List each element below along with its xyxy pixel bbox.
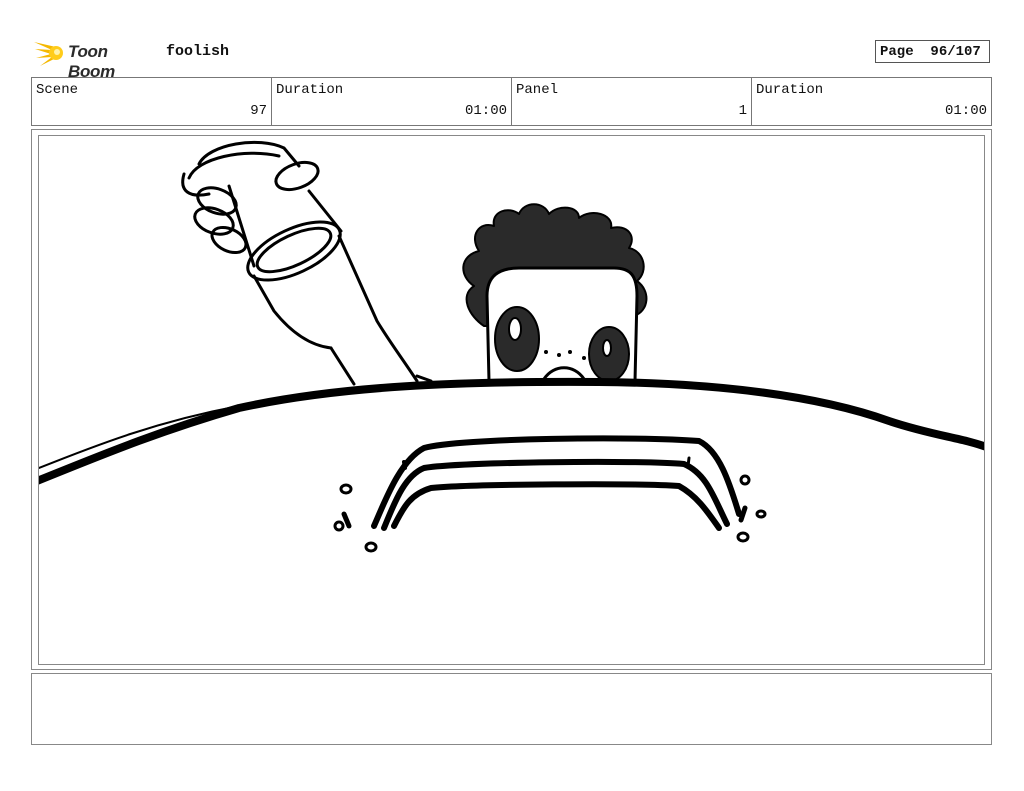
starburst-icon	[34, 42, 63, 66]
page-number: 96/107	[930, 44, 981, 60]
page-label: Page	[880, 44, 914, 60]
scene-duration-value: 01:00	[464, 103, 507, 119]
logo-text: Toon Boom	[68, 42, 115, 81]
scene-value: 97	[250, 103, 267, 119]
panel-image	[38, 135, 985, 665]
toon-boom-logo: Toon Boom	[32, 36, 156, 81]
panel-label: Panel	[516, 82, 559, 98]
scene-cell: Scene 97	[32, 78, 272, 125]
panel-cell: Panel 1	[512, 78, 752, 125]
character-peeking	[462, 203, 648, 383]
panel-value: 1	[738, 103, 747, 119]
panel-frame	[31, 129, 992, 670]
scene-duration-label: Duration	[276, 82, 344, 98]
panel-notes	[31, 673, 992, 745]
scene-duration-cell: Duration 01:00	[272, 78, 512, 125]
scene-label: Scene	[36, 82, 79, 98]
panel-duration-label: Duration	[756, 82, 824, 98]
project-name: foolish	[166, 43, 230, 60]
hand-holding-cup	[181, 140, 433, 386]
page-indicator: Page 96/107	[875, 40, 990, 63]
table-edge	[39, 377, 984, 485]
panel-info-row: Scene 97 Duration 01:00 Panel 1 Duration…	[31, 77, 992, 126]
panel-duration-value: 01:00	[944, 103, 987, 119]
panel-duration-cell: Duration 01:00	[752, 78, 991, 125]
storyboard-sketch	[39, 140, 984, 553]
